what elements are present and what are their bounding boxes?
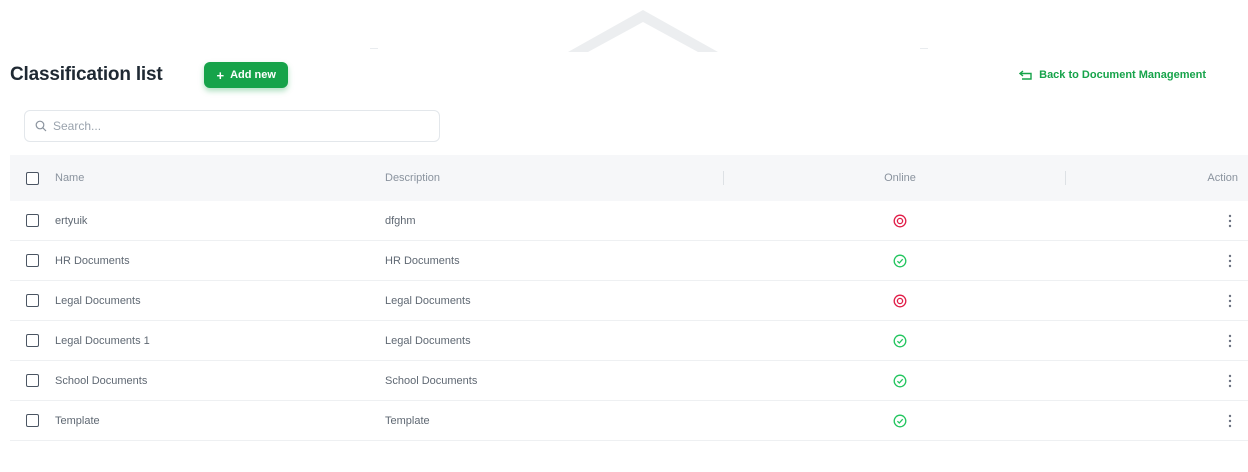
row-checkbox[interactable] [26, 294, 39, 307]
row-online-status [725, 414, 1075, 428]
row-action-menu[interactable] [1075, 214, 1248, 228]
row-description: Legal Documents [385, 294, 471, 307]
column-header-description[interactable]: Description [385, 172, 440, 184]
column-header-online[interactable]: Online [884, 172, 916, 184]
kebab-menu-icon[interactable] [1228, 214, 1232, 228]
search-box[interactable] [24, 110, 440, 142]
back-link-label: Back to Document Management [1039, 69, 1206, 81]
kebab-menu-icon[interactable] [1228, 374, 1232, 388]
table-row: Legal Documents Legal Documents [10, 281, 1248, 321]
row-description: HR Documents [385, 254, 460, 267]
kebab-menu-icon[interactable] [1228, 414, 1232, 428]
x-circle-icon [893, 294, 907, 307]
row-online-status [725, 334, 1075, 348]
row-checkbox[interactable] [26, 414, 39, 427]
row-description: School Documents [385, 374, 478, 387]
table-row: HR Documents HR Documents [10, 241, 1248, 281]
row-name: ertyuik [55, 214, 88, 227]
row-action-menu[interactable] [1075, 254, 1248, 268]
table-body: ertyuik dfghm HR Documents HR Documents Lega… [10, 201, 1248, 441]
back-to-document-management-link[interactable]: Back to Document Management [1019, 69, 1206, 81]
back-arrow-icon [1019, 70, 1032, 80]
page-title: Classification list [10, 64, 163, 85]
row-description: dfghm [385, 214, 416, 227]
row-name: Legal Documents [55, 294, 141, 307]
column-separator [1065, 171, 1066, 185]
row-online-status [725, 254, 1075, 268]
row-name: School Documents [55, 374, 148, 387]
page: Classification list + Add new Back to Do… [0, 0, 1248, 472]
row-checkbox[interactable] [26, 334, 39, 347]
row-checkbox[interactable] [26, 254, 39, 267]
classification-table: Name Description Online Action ertyuik df… [10, 155, 1248, 441]
row-action-menu[interactable] [1075, 294, 1248, 308]
search-icon [35, 120, 47, 132]
table-row: ertyuik dfghm [10, 201, 1248, 241]
search-input[interactable] [53, 119, 413, 133]
x-circle-icon [893, 214, 907, 227]
row-checkbox[interactable] [26, 374, 39, 387]
check-circle-icon [893, 414, 907, 427]
kebab-menu-icon[interactable] [1228, 334, 1232, 348]
table-header: Name Description Online Action [10, 155, 1248, 201]
row-description: Template [385, 414, 430, 427]
page-header: Classification list + Add new Back to Do… [10, 60, 1238, 90]
add-new-label: Add new [230, 69, 276, 81]
kebab-menu-icon[interactable] [1228, 294, 1232, 308]
row-name: Legal Documents 1 [55, 334, 150, 347]
row-name: Template [55, 414, 100, 427]
decorative-shape [568, 10, 718, 52]
table-row: School Documents School Documents [10, 361, 1248, 401]
select-all-checkbox[interactable] [26, 171, 39, 185]
row-action-menu[interactable] [1075, 414, 1248, 428]
column-header-name[interactable]: Name [55, 172, 385, 184]
row-online-status [725, 294, 1075, 308]
row-description: Legal Documents [385, 334, 471, 347]
table-row: Legal Documents 1 Legal Documents [10, 321, 1248, 361]
column-header-action: Action [1207, 172, 1238, 184]
divider [370, 48, 378, 49]
check-circle-icon [893, 374, 907, 387]
row-action-menu[interactable] [1075, 334, 1248, 348]
kebab-menu-icon[interactable] [1228, 254, 1232, 268]
row-checkbox[interactable] [26, 214, 39, 227]
add-new-button[interactable]: + Add new [204, 62, 288, 88]
column-separator [723, 171, 724, 185]
check-circle-icon [893, 334, 907, 347]
divider [920, 48, 928, 49]
table-row: Template Template [10, 401, 1248, 441]
check-circle-icon [893, 254, 907, 267]
row-online-status [725, 214, 1075, 228]
row-action-menu[interactable] [1075, 374, 1248, 388]
row-online-status [725, 374, 1075, 388]
plus-icon: + [216, 67, 225, 83]
row-name: HR Documents [55, 254, 130, 267]
